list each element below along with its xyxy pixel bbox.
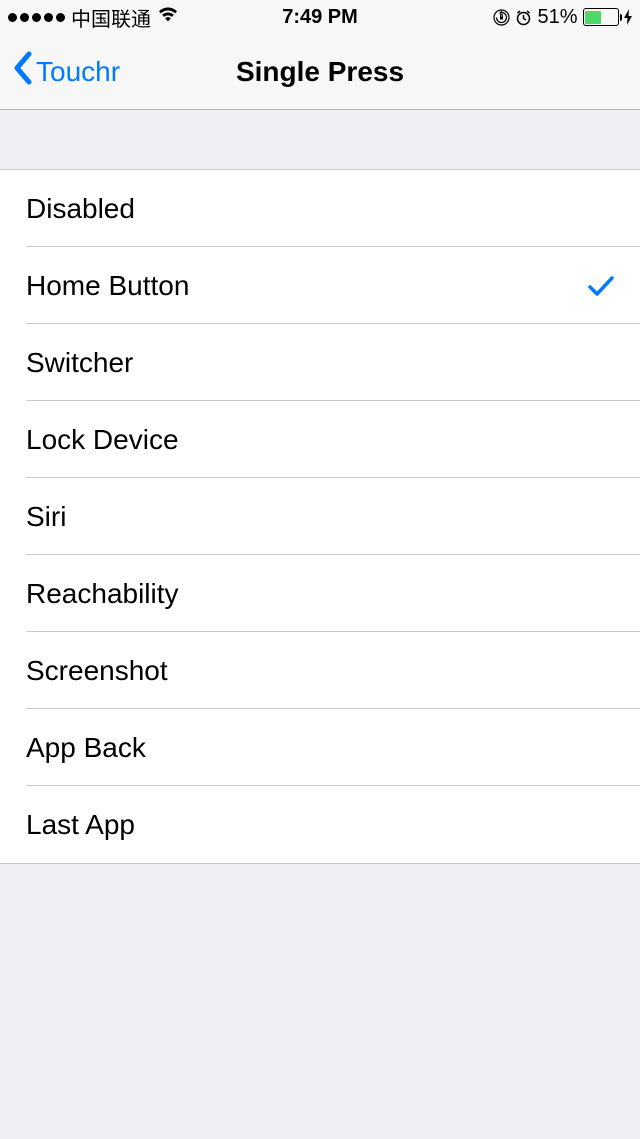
orientation-lock-icon xyxy=(493,9,510,26)
list-item[interactable]: App Back xyxy=(0,709,640,786)
carrier-label: 中国联通 xyxy=(71,3,151,32)
list-item-label: App Back xyxy=(26,732,146,764)
list-item[interactable]: Reachability xyxy=(0,555,640,632)
status-bar: 中国联通 7:49 PM 51% xyxy=(0,0,640,34)
list-item[interactable]: Switcher xyxy=(0,324,640,401)
chevron-left-icon xyxy=(12,51,34,92)
battery-percent: 51% xyxy=(537,6,577,29)
list-item[interactable]: Screenshot xyxy=(0,632,640,709)
signal-strength-icon xyxy=(8,13,65,22)
list-item-label: Reachability xyxy=(26,578,179,610)
list-item-label: Screenshot xyxy=(26,655,168,687)
status-right: 51% xyxy=(493,6,632,29)
status-time: 7:49 PM xyxy=(282,6,358,29)
options-list: Disabled Home Button Switcher Lock Device Si… xyxy=(0,169,640,864)
list-item[interactable]: Disabled xyxy=(0,170,640,247)
list-item-label: Home Button xyxy=(26,270,189,302)
checkmark-icon xyxy=(588,275,614,297)
list-item[interactable]: Last App xyxy=(0,786,640,863)
list-item[interactable]: Siri xyxy=(0,478,640,555)
list-item[interactable]: Lock Device xyxy=(0,401,640,478)
list-item-label: Siri xyxy=(26,501,66,533)
back-label: Touchr xyxy=(36,56,120,88)
list-item-label: Lock Device xyxy=(26,424,179,456)
list-item[interactable]: Home Button xyxy=(0,247,640,324)
wifi-icon xyxy=(157,5,179,29)
list-item-label: Disabled xyxy=(26,193,135,225)
charging-bolt-icon xyxy=(624,9,632,25)
navigation-bar: Touchr Single Press xyxy=(0,34,640,110)
section-spacer xyxy=(0,110,640,169)
alarm-icon xyxy=(515,9,532,26)
battery-icon xyxy=(583,8,633,26)
list-item-label: Last App xyxy=(26,809,135,841)
list-item-label: Switcher xyxy=(26,347,133,379)
back-button[interactable]: Touchr xyxy=(12,51,120,92)
status-left: 中国联通 xyxy=(8,3,179,32)
page-title: Single Press xyxy=(236,56,404,88)
